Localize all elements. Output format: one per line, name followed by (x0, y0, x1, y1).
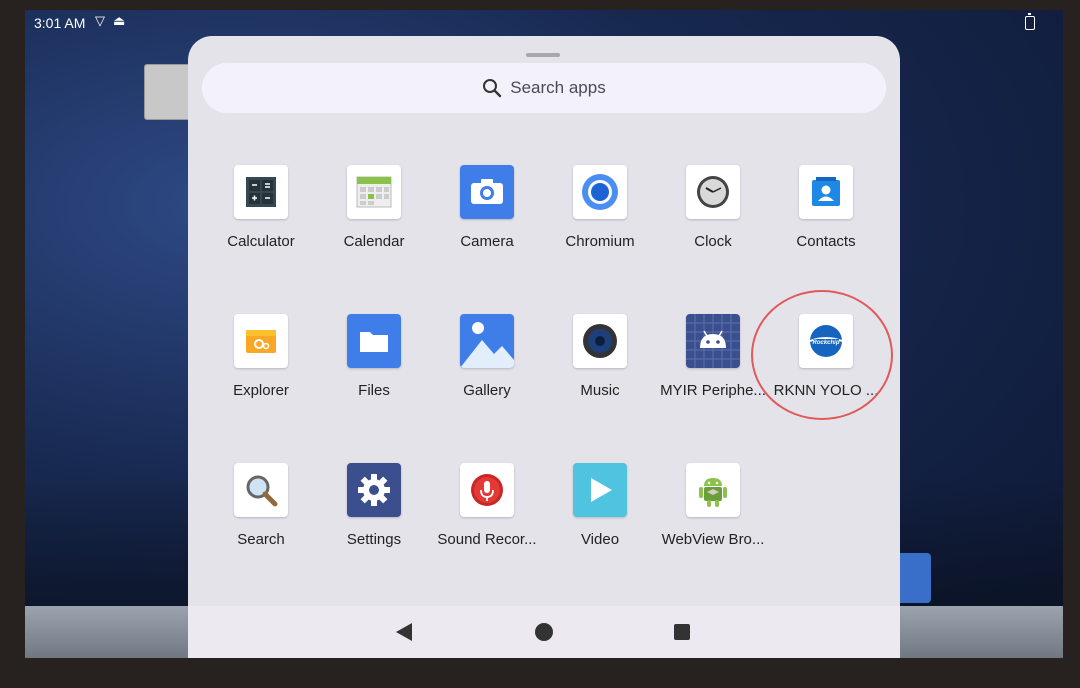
status-bar: 3:01 AM ▽⏏ (25, 10, 1063, 36)
explorer-icon (246, 330, 276, 353)
app-sound-recorder[interactable]: Sound Recor... (431, 463, 543, 548)
gear-icon (358, 474, 390, 506)
app-settings[interactable]: Settings (318, 463, 430, 548)
contacts-icon (812, 177, 840, 206)
recents-icon[interactable] (674, 624, 690, 640)
android-debug-icon: ⏏ (113, 13, 134, 28)
vpn-shield-icon: ▽ (95, 13, 113, 28)
home-icon[interactable] (535, 623, 553, 641)
clock-icon (697, 176, 729, 208)
chromium-icon (582, 174, 618, 210)
gallery-icon (460, 322, 514, 368)
search-icon (483, 79, 502, 98)
app-calculator[interactable]: Calculator (205, 165, 317, 250)
battery-icon (1025, 13, 1035, 30)
play-icon (591, 478, 612, 502)
app-gallery[interactable]: Gallery (431, 314, 543, 399)
microphone-icon (471, 474, 503, 506)
android-robot-icon (699, 478, 727, 507)
calendar-icon (356, 176, 392, 208)
app-camera[interactable]: Camera (431, 165, 543, 250)
back-icon[interactable] (396, 623, 412, 641)
app-files[interactable]: Files (318, 314, 430, 399)
app-contacts[interactable]: Contacts (770, 165, 882, 250)
app-explorer[interactable]: Explorer (205, 314, 317, 399)
search-apps-bar[interactable]: Search apps (202, 63, 886, 113)
calculator-icon (246, 177, 276, 207)
folder-icon (360, 332, 388, 352)
status-time: 3:01 AM (34, 15, 86, 31)
camera-icon (471, 179, 503, 204)
app-music[interactable]: Music (544, 314, 656, 399)
app-webview-browser[interactable]: WebView Bro... (657, 463, 769, 548)
app-clock[interactable]: Clock (657, 165, 769, 250)
app-calendar[interactable]: Calendar (318, 165, 430, 250)
navigation-bar (188, 606, 900, 658)
app-search[interactable]: Search (205, 463, 317, 548)
app-chromium[interactable]: Chromium (544, 165, 656, 250)
speaker-icon (583, 324, 617, 358)
magnifier-icon (246, 475, 278, 507)
app-video[interactable]: Video (544, 463, 656, 548)
highlight-annotation-circle (751, 290, 893, 420)
background-camera-shortcut (895, 553, 931, 603)
android-grid-icon (686, 314, 740, 368)
search-placeholder: Search apps (510, 78, 606, 97)
drawer-drag-handle[interactable] (526, 53, 560, 57)
